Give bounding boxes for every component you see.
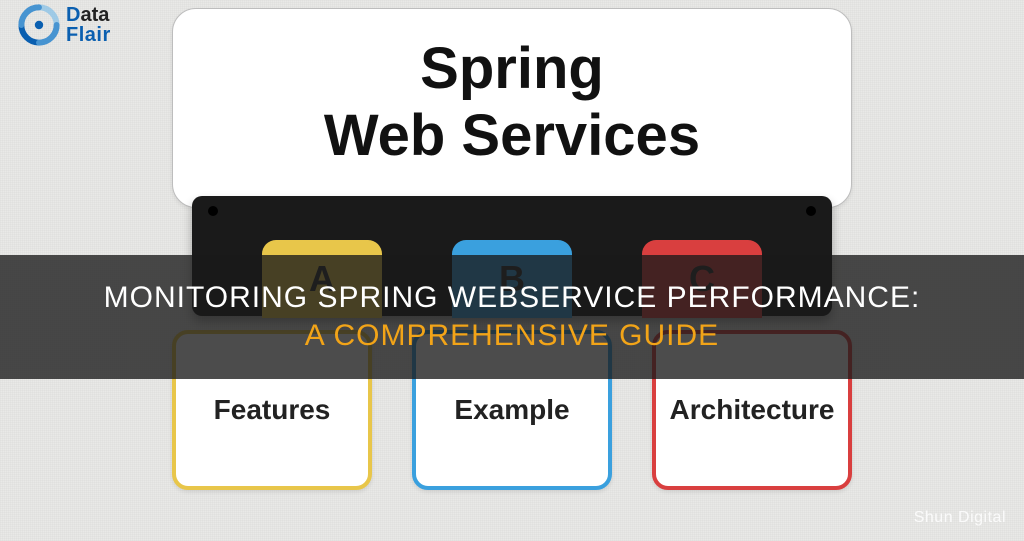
tab-bar-dot-left [208,206,218,216]
brand-logo: Data Flair [18,4,111,46]
title-overlay-banner: MONITORING SPRING WEBSERVICE PERFORMANCE… [0,255,1024,379]
diagram-header-box: Spring Web Services [172,8,852,208]
brand-word1-first-letter: D [66,4,80,26]
diagram-title-line2: Web Services [193,102,831,169]
brand-word1-rest: ata [80,4,109,26]
overlay-title-line1: MONITORING SPRING WEBSERVICE PERFORMANCE… [20,281,1004,315]
brand-word2: Flair [66,25,111,45]
brand-logo-text: Data Flair [66,5,111,45]
diagram-container: Spring Web Services A B C Features Examp… [152,8,872,490]
brand-logo-icon [18,4,60,46]
tab-bar-dot-right [806,206,816,216]
diagram-title-line1: Spring [193,35,831,102]
attribution-text: Shun Digital [914,509,1006,527]
overlay-title-line2: A COMPREHENSIVE GUIDE [20,319,1004,353]
